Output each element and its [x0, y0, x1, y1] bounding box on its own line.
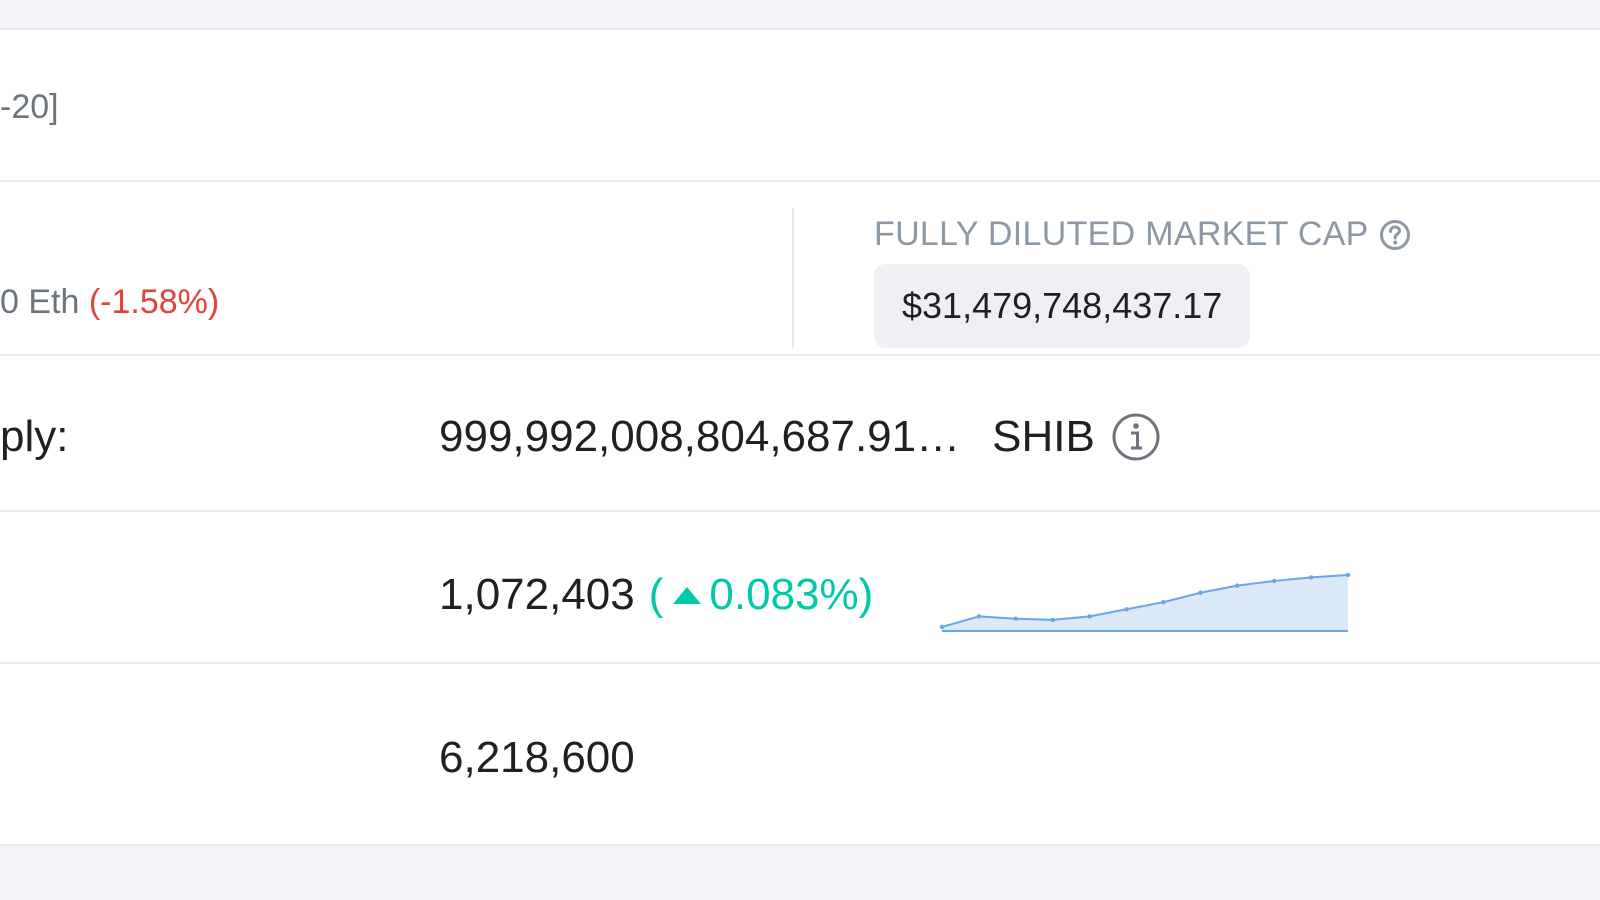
token-type-text: -20] [0, 88, 59, 126]
max-supply-amount: 999,992,008,804,687.91… [439, 412, 961, 461]
max-supply-value: 999,992,008,804,687.91… SHIB [439, 412, 1161, 462]
bottom-background [0, 846, 1600, 900]
holders-change-open: ( [648, 570, 664, 619]
caret-up-icon [673, 586, 702, 604]
sparkline-point [1124, 607, 1129, 612]
price-eth-value: 0 Eth [0, 283, 80, 321]
sparkline-point [1345, 572, 1351, 578]
sparkline-point [1308, 575, 1314, 580]
sparkline-point [1013, 616, 1019, 621]
holders-change-value: 0.083%) [709, 570, 874, 619]
sparkline-point [1087, 614, 1092, 619]
holders-sparkline [939, 572, 1351, 632]
top-background [0, 0, 1600, 28]
token-symbol: SHIB [992, 412, 1095, 461]
fully-diluted-market-cap-label: FULLY DILUTED MARKET CAP [874, 215, 1411, 254]
row-divider [0, 180, 1600, 182]
holders-value: 1,072,403 ( 0.083%) [439, 570, 873, 620]
transfers-value: 6,218,600 [439, 733, 635, 782]
info-circle-icon[interactable] [1111, 412, 1161, 462]
row-divider [0, 354, 1600, 356]
sparkline-point [1050, 617, 1055, 623]
fully-diluted-market-cap-value: $31,479,748,437.17 [874, 264, 1251, 348]
sparkline-area [942, 575, 1348, 631]
question-circle-icon[interactable] [1379, 219, 1411, 251]
sparkline-point [1161, 599, 1166, 605]
sparkline-point [1198, 590, 1203, 595]
sparkline-point [1235, 583, 1240, 588]
max-supply-label: ply: [0, 412, 69, 461]
holders-change: ( 0.083%) [649, 570, 874, 620]
column-divider [792, 208, 794, 348]
row-divider [0, 662, 1600, 664]
holders-count[interactable]: 1,072,403 [439, 570, 635, 620]
sparkline-point [1271, 578, 1277, 584]
fully-diluted-value-text: $31,479,748,437.17 [902, 285, 1223, 326]
price-eth-change: (-1.58%) [88, 283, 220, 321]
row-divider [0, 510, 1600, 512]
sparkline-point [939, 624, 945, 630]
price-eth: 0 Eth (-1.58%) [0, 283, 219, 322]
fully-diluted-label-text: FULLY DILUTED MARKET CAP [874, 215, 1369, 253]
sparkline-point [976, 614, 982, 619]
